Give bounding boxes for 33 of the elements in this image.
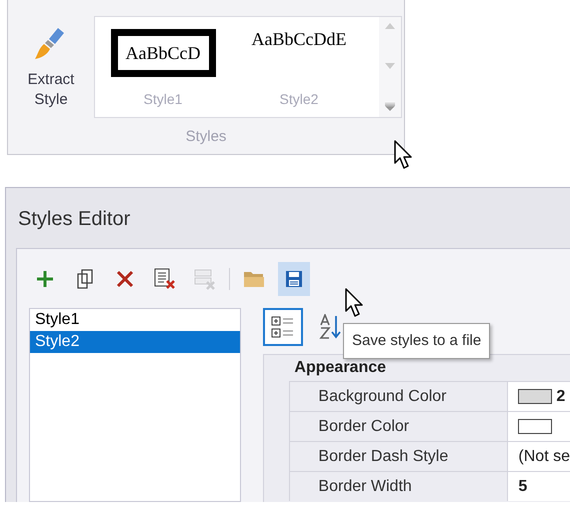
expand-gallery-icon[interactable]	[385, 103, 395, 111]
categories-icon	[271, 315, 296, 339]
property-name: Border Color	[318, 416, 410, 436]
property-value: 2	[556, 386, 566, 406]
property-name: Border Width	[318, 476, 412, 496]
folder-icon	[243, 270, 265, 288]
property-value: 5	[518, 476, 528, 496]
plus-icon	[35, 269, 55, 289]
sort-az-icon	[319, 314, 344, 340]
window-title: Styles Editor	[18, 208, 130, 230]
toolbar-button[interactable]	[278, 262, 310, 296]
extract-style-button[interactable]: Extract Style	[16, 16, 86, 120]
list-item[interactable]: Style1	[30, 309, 240, 331]
gallery-item[interactable]: AaBbCcD Style1	[95, 17, 231, 117]
style-name: Style2	[280, 90, 318, 109]
list-delete-icon	[154, 268, 176, 290]
style-preview: AaBbCcD	[110, 29, 216, 77]
list-item[interactable]: Style2	[30, 331, 240, 353]
save-icon	[285, 270, 303, 288]
mouse-cursor-icon	[345, 288, 365, 318]
property-value: (Not se	[518, 446, 570, 466]
style-preview: AaBbCcDdE	[250, 28, 348, 50]
close-icon	[116, 270, 134, 288]
list-delete-icon	[194, 268, 216, 290]
property-name: Background Color	[318, 386, 446, 406]
tooltip: Save styles to a file	[343, 323, 490, 359]
categorized-view-button[interactable]	[263, 308, 304, 346]
copy-icon	[76, 269, 94, 289]
property-name: Border Dash Style	[318, 446, 448, 466]
gallery-item[interactable]: AaBbCcDdE Style2	[231, 17, 367, 117]
style-name: Style1	[144, 90, 182, 109]
category-header: Appearance	[294, 358, 386, 378]
group-label: Styles	[186, 126, 226, 147]
